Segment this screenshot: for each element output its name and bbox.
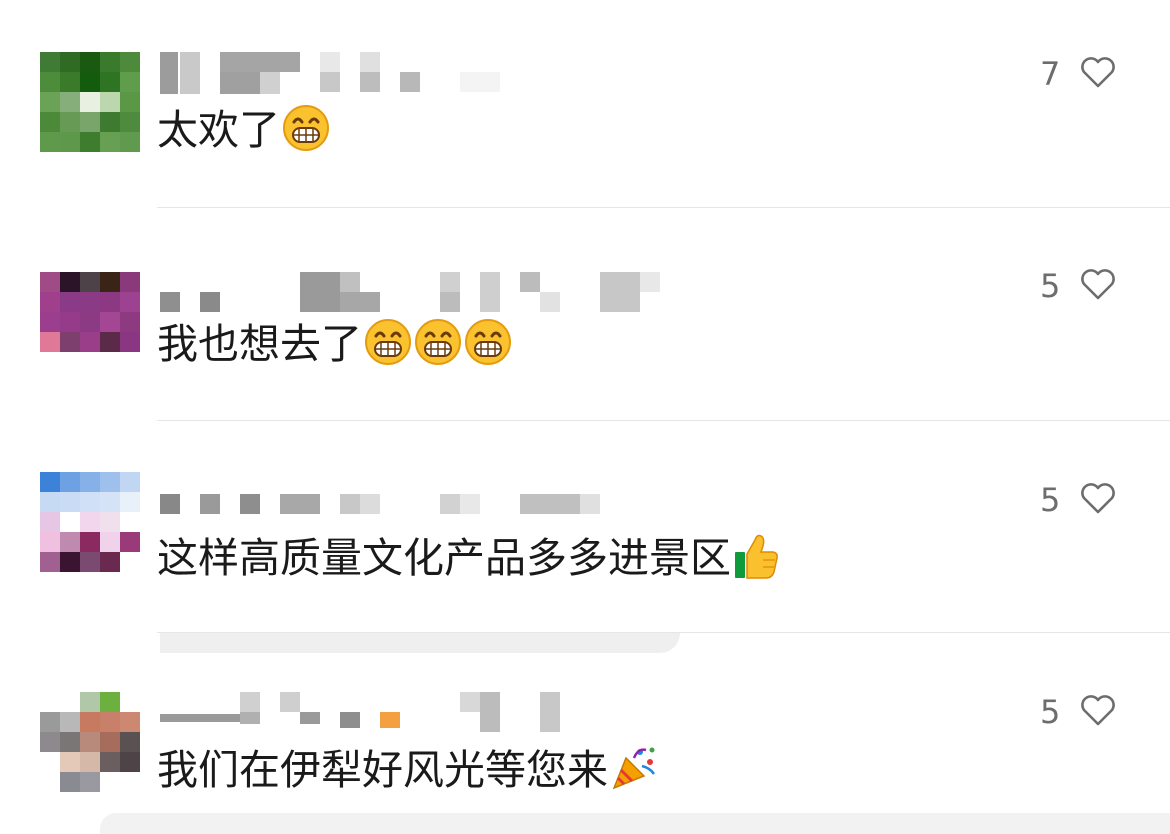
comment-text: 太欢了 <box>157 102 330 166</box>
heart-icon[interactable] <box>1078 52 1118 96</box>
comment-item-3: 这样高质量文化产品多多进景区 5 <box>0 472 1170 592</box>
heart-icon[interactable] <box>1078 690 1118 734</box>
heart-icon[interactable] <box>1078 478 1118 522</box>
comment-text: 这样高质量文化产品多多进景区 <box>157 530 779 594</box>
username-blurred[interactable] <box>160 472 700 516</box>
divider <box>157 207 1170 208</box>
grinning-emoji-icon <box>414 318 462 380</box>
like-control[interactable]: 5 <box>1020 690 1140 738</box>
like-control[interactable]: 5 <box>1020 264 1140 312</box>
bottom-panel-edge <box>100 813 1170 834</box>
comment-item-2: 我也想去了 5 <box>0 267 1170 392</box>
username-blurred[interactable] <box>160 692 700 736</box>
like-control[interactable]: 7 <box>1020 52 1140 100</box>
grinning-emoji-icon <box>464 318 512 380</box>
comment-item-4: 我们在伊犁好风光等您来 5 <box>0 692 1170 812</box>
comment-text: 我们在伊犁好风光等您来 <box>157 742 658 806</box>
like-count: 7 <box>1040 55 1061 93</box>
like-count: 5 <box>1040 481 1061 519</box>
avatar[interactable] <box>40 472 140 572</box>
party-popper-emoji-icon <box>610 744 658 806</box>
thumbs-up-emoji-icon <box>733 532 779 594</box>
comment-text: 我也想去了 <box>157 316 512 380</box>
grinning-emoji-icon <box>364 318 412 380</box>
like-control[interactable]: 5 <box>1020 478 1140 526</box>
avatar[interactable] <box>40 692 140 792</box>
grinning-emoji-icon <box>282 104 330 166</box>
heart-icon[interactable] <box>1078 264 1118 308</box>
divider <box>157 420 1170 421</box>
scroll-shadow <box>160 633 680 653</box>
avatar[interactable] <box>40 52 140 152</box>
username-blurred[interactable] <box>160 52 700 96</box>
like-count: 5 <box>1040 267 1061 305</box>
like-count: 5 <box>1040 693 1061 731</box>
username-blurred[interactable] <box>160 272 700 316</box>
avatar[interactable] <box>40 272 140 372</box>
comment-item-1: 太欢了 7 <box>0 52 1170 172</box>
